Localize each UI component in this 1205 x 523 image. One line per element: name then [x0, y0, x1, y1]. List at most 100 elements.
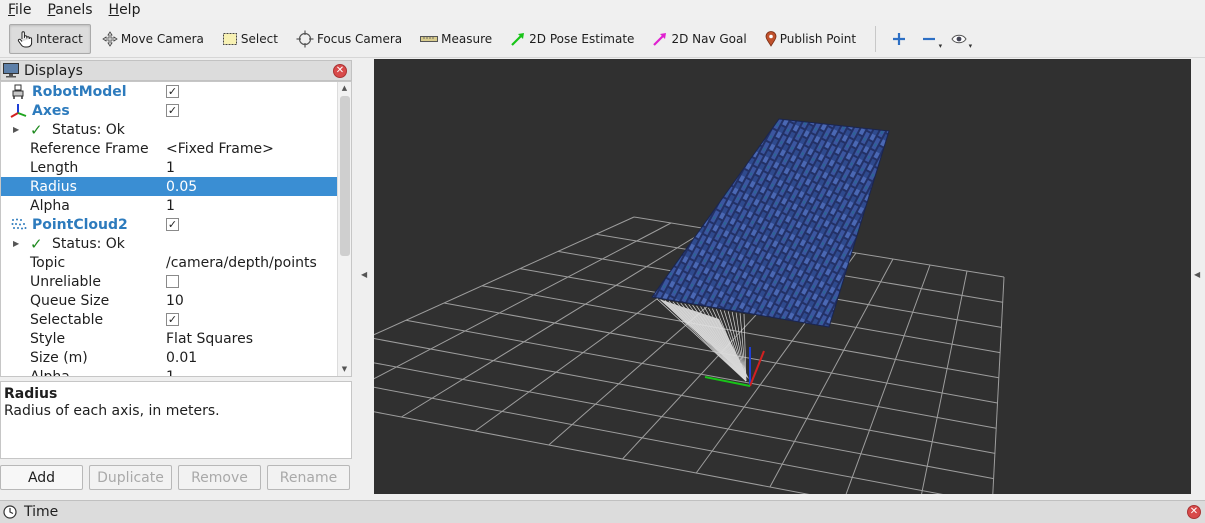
description-text: Radius of each axis, in meters.	[4, 403, 220, 419]
tree-row-topic[interactable]: Topic /camera/depth/points	[1, 253, 338, 272]
scroll-up-icon[interactable]: ▲	[338, 82, 351, 95]
close-icon[interactable]: ✕	[1187, 505, 1201, 519]
3d-scene[interactable]	[374, 59, 1191, 494]
view-tool-button[interactable]: ▾	[944, 24, 974, 54]
plus-icon	[893, 33, 906, 45]
right-splitter[interactable]: ◀	[1191, 60, 1205, 495]
point-cloud-surface	[651, 118, 890, 328]
checkmark-icon: ✓	[30, 234, 43, 253]
remove-display-button[interactable]: Remove	[178, 465, 261, 490]
radius-value: 0.05	[166, 178, 198, 195]
time-title: Time	[24, 504, 59, 520]
grid-line	[374, 222, 672, 380]
tree-row-unreliable[interactable]: Unreliable	[1, 272, 338, 291]
duplicate-display-button[interactable]: Duplicate	[89, 465, 172, 490]
pointcloud-alpha-value: 1	[166, 368, 175, 377]
tree-row-pointcloud-alpha[interactable]: Alpha 1	[1, 367, 338, 377]
left-splitter[interactable]: ◀	[356, 60, 372, 495]
unreliable-checkbox[interactable]	[166, 275, 179, 288]
queue-size-value: 10	[166, 292, 184, 309]
publish-point-tool-button[interactable]: Publish Point	[758, 24, 863, 54]
map-pin-icon	[765, 31, 777, 47]
pointcloud2-enabled-checkbox[interactable]: ✓	[166, 218, 179, 231]
reference-frame-value: <Fixed Frame>	[166, 140, 274, 157]
tree-row-size[interactable]: Size (m) 0.01	[1, 348, 338, 367]
monitor-icon	[3, 63, 19, 78]
displays-title: Displays	[24, 62, 83, 79]
tree-row-pointcloud2[interactable]: PointCloud2 ✓	[1, 215, 338, 234]
tree-row-axes[interactable]: Axes ✓	[1, 101, 338, 120]
collapse-left-arrow-icon[interactable]: ◀	[361, 270, 367, 279]
magenta-arrow-icon	[653, 33, 667, 46]
scrollbar-thumb[interactable]	[340, 96, 350, 256]
axes-icon	[10, 104, 27, 118]
select-tool-button[interactable]: Select	[215, 24, 285, 54]
clock-icon	[3, 505, 17, 519]
scroll-down-icon[interactable]: ▼	[338, 363, 351, 376]
grid-line	[374, 338, 995, 454]
tree-row-queue-size[interactable]: Queue Size 10	[1, 291, 338, 310]
crosshair-icon	[296, 30, 314, 48]
chevron-down-icon: ▾	[938, 42, 943, 50]
measure-tool-button[interactable]: Measure	[413, 24, 499, 54]
tree-row-reference-frame[interactable]: Reference Frame <Fixed Frame>	[1, 139, 338, 158]
grid-line	[374, 362, 994, 480]
grid-line	[374, 216, 635, 336]
menu-help[interactable]: Help	[101, 0, 149, 20]
green-arrow-icon	[511, 33, 525, 46]
display-buttons: Add Duplicate Remove Rename	[0, 465, 352, 490]
tree-row-radius[interactable]: Radius 0.05	[1, 177, 338, 196]
grid-line	[921, 270, 968, 494]
focus-camera-tool-button[interactable]: Focus Camera	[289, 24, 409, 54]
tool-bar: Interact Move Camera Select Focus Camera…	[0, 21, 1205, 58]
style-value: Flat Squares	[166, 330, 254, 347]
grid-line	[992, 276, 1005, 494]
tree-row-alpha[interactable]: Alpha 1	[1, 196, 338, 215]
tree-row-style[interactable]: Style Flat Squares	[1, 329, 338, 348]
selectable-checkbox[interactable]: ✓	[166, 313, 179, 326]
length-value: 1	[166, 159, 175, 176]
pose-estimate-tool-button[interactable]: 2D Pose Estimate	[503, 24, 641, 54]
remove-tool-button[interactable]: ▾	[914, 24, 944, 54]
grid-line	[374, 386, 944, 494]
size-value: 0.01	[166, 349, 198, 366]
alpha-value: 1	[166, 197, 175, 214]
expand-arrow-icon[interactable]: ▶	[13, 239, 19, 248]
menu-file[interactable]: File	[0, 0, 39, 20]
expand-arrow-icon[interactable]: ▶	[13, 125, 19, 134]
displays-tree: RobotModel ✓ Axes ✓ ▶ ✓ Status: Ok Refer…	[0, 81, 352, 377]
rename-display-button[interactable]: Rename	[267, 465, 350, 490]
menu-bar: File Panels Help	[0, 0, 1205, 20]
render-viewport[interactable]	[374, 59, 1191, 494]
move-arrows-icon	[102, 31, 118, 47]
interact-tool-button[interactable]: Interact	[9, 24, 91, 54]
tree-row-axes-status[interactable]: ▶ ✓ Status: Ok	[1, 120, 338, 139]
displays-panel-header: Displays ✕	[0, 60, 352, 81]
menu-panels[interactable]: Panels	[39, 0, 100, 20]
tree-row-pointcloud2-status[interactable]: ▶ ✓ Status: Ok	[1, 234, 338, 253]
robot-model-icon	[12, 84, 24, 99]
add-display-button[interactable]: Add	[0, 465, 83, 490]
ruler-icon	[420, 36, 439, 42]
tree-row-selectable[interactable]: Selectable ✓	[1, 310, 338, 329]
description-title: Radius	[4, 386, 58, 402]
tree-row-length[interactable]: Length 1	[1, 158, 338, 177]
property-description-panel: Radius Radius of each axis, in meters.	[0, 381, 352, 459]
eye-icon	[951, 34, 967, 44]
minus-icon	[923, 37, 936, 41]
add-tool-button[interactable]	[884, 24, 914, 54]
fan-line	[672, 301, 747, 382]
tree-scrollbar[interactable]: ▲ ▼	[337, 82, 351, 376]
close-icon[interactable]: ✕	[333, 64, 347, 78]
axes-enabled-checkbox[interactable]: ✓	[166, 104, 179, 117]
topic-value: /camera/depth/points	[166, 254, 317, 271]
grid-line	[845, 264, 931, 494]
move-camera-tool-button[interactable]: Move Camera	[95, 24, 211, 54]
nav-goal-tool-button[interactable]: 2D Nav Goal	[645, 24, 753, 54]
tree-row-robotmodel[interactable]: RobotModel ✓	[1, 82, 338, 101]
collapse-right-arrow-icon[interactable]: ◀	[1194, 270, 1200, 279]
toolbar-separator	[875, 26, 877, 52]
robotmodel-enabled-checkbox[interactable]: ✓	[166, 85, 179, 98]
selection-rectangle-icon	[222, 33, 237, 45]
fan-line	[688, 304, 747, 382]
